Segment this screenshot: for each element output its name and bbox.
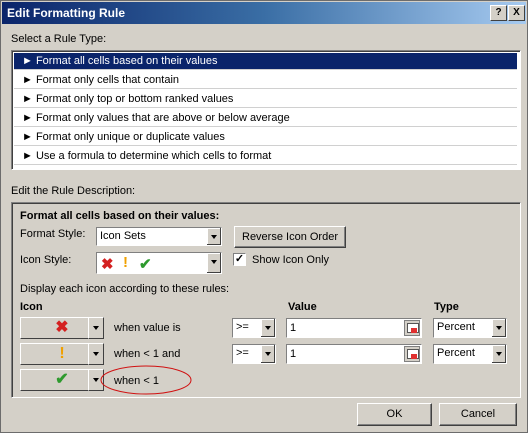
rule-type-item[interactable]: ► Format only cells that contain xyxy=(14,72,517,89)
edit-formatting-rule-dialog: Edit Formatting Rule ? X Select a Rule T… xyxy=(0,0,528,433)
red-x-icon: ✖ xyxy=(101,256,114,273)
rule-type-item[interactable]: ► Format only unique or duplicate values xyxy=(14,129,517,146)
reverse-icon-order-button[interactable]: Reverse Icon Order xyxy=(234,226,346,248)
close-button[interactable]: X xyxy=(508,5,525,21)
icon-style-label: Icon Style: xyxy=(20,254,72,266)
value-text: 1 xyxy=(290,322,297,334)
row-condition: when value is xyxy=(114,322,181,334)
title-bar[interactable]: Edit Formatting Rule ? X xyxy=(2,2,526,24)
display-rules-label: Display each icon according to these rul… xyxy=(20,283,230,295)
rule-description-panel: Format all cells based on their values: … xyxy=(11,202,521,398)
cancel-button[interactable]: Cancel xyxy=(439,403,517,426)
type-column-header: Type xyxy=(434,301,459,313)
icon-style-select[interactable]: ✖ ! ✔ xyxy=(96,252,222,274)
type-select[interactable]: Percent xyxy=(433,318,507,338)
chevron-down-icon[interactable] xyxy=(206,253,221,273)
operator-value: >= xyxy=(236,321,249,333)
chevron-down-icon[interactable] xyxy=(491,319,506,337)
format-style-value: Icon Sets xyxy=(100,230,146,242)
format-style-label: Format Style: xyxy=(20,228,86,240)
operator-select[interactable]: >= xyxy=(232,344,276,364)
chevron-down-icon[interactable] xyxy=(260,319,275,337)
chevron-down-icon[interactable] xyxy=(88,317,104,339)
chevron-down-icon[interactable] xyxy=(491,345,506,363)
icon-column-header: Icon xyxy=(20,301,43,313)
ok-button[interactable]: OK xyxy=(357,403,432,426)
operator-select[interactable]: >= xyxy=(232,318,276,338)
rule-type-list[interactable]: ► Format all cells based on their values… xyxy=(11,50,521,170)
type-select[interactable]: Percent xyxy=(433,344,507,364)
rule-description-label: Edit the Rule Description: xyxy=(11,185,136,197)
value-input[interactable]: 1 xyxy=(286,318,422,338)
show-icon-only-checkbox[interactable]: ✓ xyxy=(233,253,246,266)
value-column-header: Value xyxy=(288,301,317,313)
yellow-exclamation-icon: ! xyxy=(123,254,128,271)
rule-type-label: Select a Rule Type: xyxy=(11,33,107,45)
rule-type-item[interactable]: ► Use a formula to determine which cells… xyxy=(14,148,517,165)
format-style-select[interactable]: Icon Sets xyxy=(96,227,222,246)
green-check-icon: ✔ xyxy=(139,256,152,273)
rule-type-item[interactable]: ► Format only values that are above or b… xyxy=(14,110,517,127)
type-value: Percent xyxy=(437,321,475,333)
value-input[interactable]: 1 xyxy=(286,344,422,364)
dialog-title: Edit Formatting Rule xyxy=(7,6,125,20)
description-heading: Format all cells based on their values: xyxy=(20,210,220,222)
annotation-ellipse xyxy=(100,365,192,395)
rule-type-item[interactable]: ► Format only top or bottom ranked value… xyxy=(14,91,517,108)
operator-value: >= xyxy=(236,347,249,359)
row-condition: when < 1 and xyxy=(114,348,181,360)
show-icon-only-label: Show Icon Only xyxy=(252,254,330,266)
chevron-down-icon[interactable] xyxy=(206,228,221,245)
chevron-down-icon[interactable] xyxy=(88,343,104,365)
range-selector-icon[interactable] xyxy=(404,320,420,336)
type-value: Percent xyxy=(437,347,475,359)
value-text: 1 xyxy=(290,348,297,360)
help-button[interactable]: ? xyxy=(490,5,507,21)
range-selector-icon[interactable] xyxy=(404,346,420,362)
rule-type-item[interactable]: ► Format all cells based on their values xyxy=(14,53,517,70)
chevron-down-icon[interactable] xyxy=(260,345,275,363)
